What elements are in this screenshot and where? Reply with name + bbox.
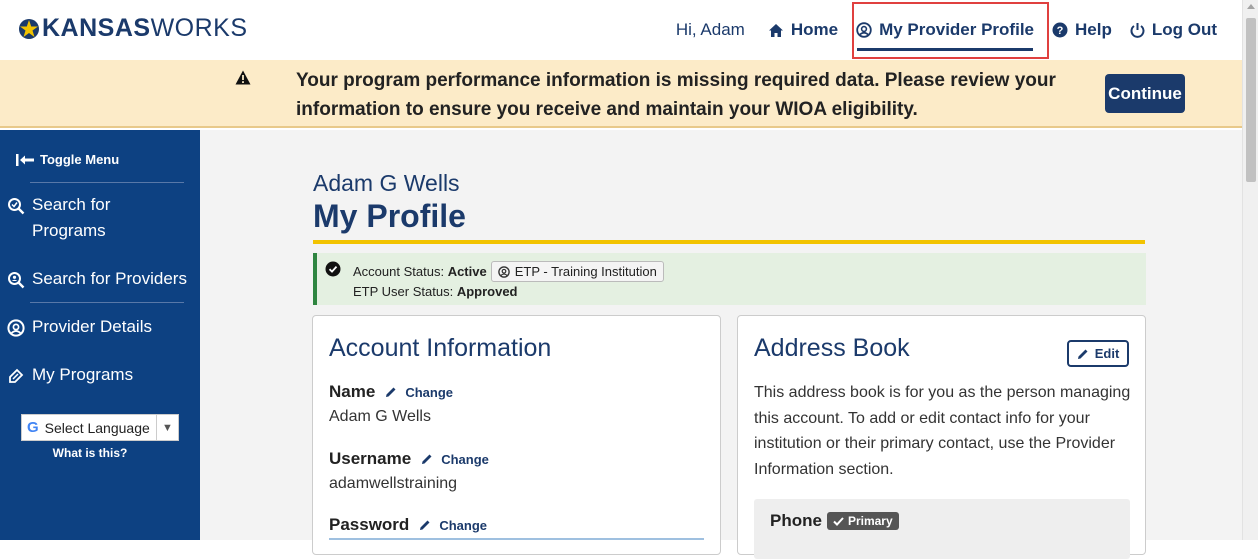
account-status-value: Active — [447, 264, 487, 279]
account-information-heading: Account Information — [329, 334, 552, 362]
account-status-line: Account Status: Active ETP - Training In… — [353, 261, 664, 282]
name-value: Adam G Wells — [329, 408, 431, 425]
address-book-card: Address Book Edit This address book is f… — [737, 315, 1146, 559]
page-title: My Profile — [313, 198, 466, 234]
search-providers-icon — [8, 272, 25, 289]
pencil-icon — [386, 387, 396, 397]
chevron-down-icon: ▼ — [156, 415, 178, 440]
profile-icon — [497, 265, 510, 278]
provider-icon — [7, 319, 25, 337]
help-icon: ? — [1052, 22, 1068, 38]
toggle-menu-icon — [16, 153, 34, 166]
programs-icon — [9, 368, 24, 383]
pencil-icon — [420, 520, 430, 530]
sidebar-divider — [30, 182, 184, 183]
address-book-description: This address book is for you as the pers… — [754, 384, 1131, 478]
nav-home[interactable]: Home — [759, 0, 847, 60]
search-programs-icon — [8, 198, 25, 215]
page-scrollbar[interactable] — [1242, 0, 1258, 540]
phone-entry: Phone Primary — [754, 499, 1130, 559]
banner-message: Your program performance information is … — [296, 70, 1056, 120]
sidebar-item-provider-details[interactable]: Provider Details — [7, 314, 152, 340]
nav-help-label: Help — [1075, 20, 1112, 39]
address-book-heading: Address Book — [754, 334, 910, 362]
sidebar-item-label: Provider Details — [32, 317, 152, 336]
sidebar-item-label: Search for Providers — [32, 269, 187, 288]
svg-text:?: ? — [1057, 25, 1064, 37]
sidebar-item-my-programs[interactable]: My Programs — [7, 362, 133, 388]
sidebar-item-label: Search for Programs — [32, 195, 111, 240]
account-status-label: Account Status: — [353, 264, 445, 279]
change-label: Change — [439, 517, 487, 533]
title-underline — [313, 240, 1145, 244]
sidebar-item-search-programs[interactable]: Search for Programs — [7, 192, 152, 244]
main-content: Adam G Wells My Profile Account Status: … — [200, 130, 1242, 559]
change-label: Change — [405, 384, 453, 400]
nav-logout-label: Log Out — [1151, 20, 1217, 39]
warning-banner: Your program performance information is … — [0, 60, 1242, 128]
warning-icon — [235, 70, 251, 85]
highlight-annotation — [852, 2, 1049, 59]
language-select-label: Select Language — [44, 419, 150, 436]
google-icon: G — [27, 419, 39, 436]
phone-label: Phone — [770, 511, 822, 530]
primary-badge: Primary — [826, 512, 899, 530]
nav-home-label: Home — [790, 20, 839, 39]
username-field: Username Change adamwellstraining — [329, 449, 489, 493]
etp-chip-label: ETP - Training Institution — [514, 264, 657, 279]
etp-status-line: ETP User Status: Approved — [353, 284, 517, 299]
nav-help[interactable]: ? Help — [1043, 0, 1121, 60]
change-name-link[interactable]: Change — [385, 385, 453, 400]
language-help-link[interactable]: What is this? — [0, 446, 180, 460]
logo-text: KANSASWORKS — [42, 14, 248, 42]
etp-status-value: Approved — [456, 284, 518, 299]
sidebar-divider — [30, 302, 184, 303]
power-icon — [1130, 23, 1145, 38]
account-information-card: Account Information Name Change Adam G W… — [312, 315, 721, 555]
edit-label: Edit — [1094, 346, 1120, 361]
scrollbar-thumb[interactable] — [1246, 18, 1256, 182]
sidebar: Toggle Menu Search for Programs Search f… — [0, 130, 200, 540]
continue-button[interactable]: Continue — [1105, 74, 1185, 113]
change-password-link[interactable]: Change — [419, 518, 487, 533]
toggle-menu-label: Toggle Menu — [40, 152, 120, 167]
field-label: Password — [329, 515, 410, 534]
home-icon — [768, 23, 783, 37]
check-icon — [833, 516, 844, 526]
primary-badge-label: Primary — [847, 514, 893, 528]
field-label: Username — [329, 449, 412, 468]
change-username-link[interactable]: Change — [421, 452, 489, 467]
sidebar-item-search-providers[interactable]: Search for Providers — [7, 266, 187, 292]
sidebar-item-label: My Programs — [32, 365, 134, 384]
pencil-icon — [1077, 349, 1088, 359]
user-name: Adam G Wells — [313, 170, 460, 196]
change-label: Change — [441, 451, 489, 467]
edit-address-button[interactable]: Edit — [1067, 340, 1129, 367]
language-select[interactable]: G Select Language ▼ — [21, 414, 179, 441]
nav-log-out[interactable]: Log Out — [1121, 0, 1226, 60]
username-value: adamwellstraining — [329, 475, 458, 492]
check-circle-icon — [325, 261, 341, 277]
kansasworks-logo[interactable]: KANSASWORKS — [18, 14, 248, 43]
top-navbar: KANSASWORKS Hi, Adam Home My Provider Pr… — [0, 0, 1242, 60]
toggle-menu-button[interactable]: Toggle Menu — [16, 152, 119, 167]
pencil-icon — [422, 454, 432, 464]
etp-chip: ETP - Training Institution — [490, 261, 664, 282]
name-field: Name Change Adam G Wells — [329, 382, 453, 426]
password-field: Password Change — [329, 515, 487, 535]
scroll-up-arrow-icon[interactable] — [1247, 4, 1255, 9]
field-label: Name — [329, 382, 376, 401]
star-logo-icon — [19, 18, 39, 39]
account-status-box: Account Status: Active ETP - Training In… — [313, 253, 1146, 305]
etp-status-label: ETP User Status: — [353, 284, 454, 299]
greeting: Hi, Adam — [675, 20, 745, 39]
